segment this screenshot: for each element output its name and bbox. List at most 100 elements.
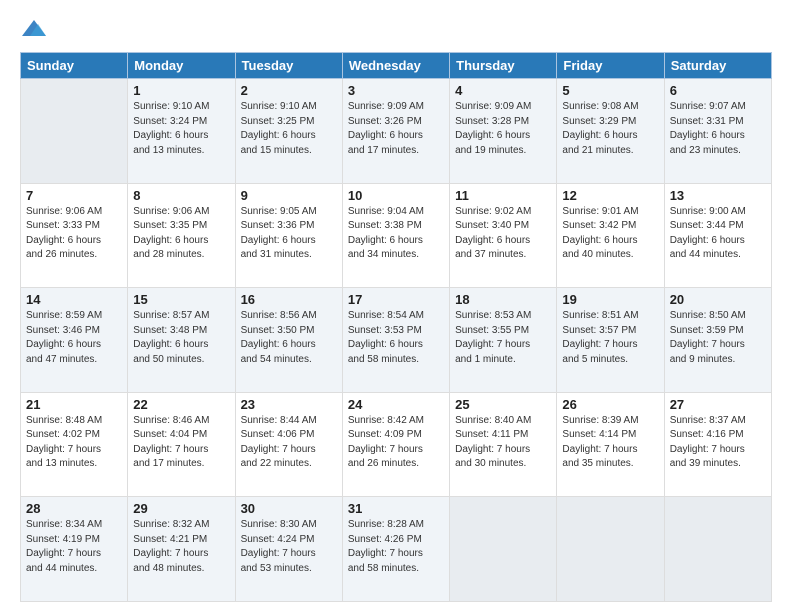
day-info: Sunrise: 8:34 AMSunset: 4:19 PMDaylight:… [26, 518, 122, 576]
day-info: Sunrise: 9:05 AMSunset: 3:36 PMDaylight:… [241, 205, 337, 263]
calendar-cell: 17 Sunrise: 8:54 AMSunset: 3:53 PMDayligh… [342, 288, 449, 393]
day-info: Sunrise: 9:04 AMSunset: 3:38 PMDaylight:… [348, 205, 444, 263]
calendar-cell: 12 Sunrise: 9:01 AMSunset: 3:42 PMDayligh… [557, 183, 664, 288]
day-number: 16 [241, 292, 337, 307]
day-info: Sunrise: 9:00 AMSunset: 3:44 PMDaylight:… [670, 205, 766, 263]
calendar-cell: 20Sunrise: 8:50 AMSunset: 3:59 PMDayligh… [664, 288, 771, 393]
day-info: Sunrise: 8:30 AMSunset: 4:24 PMDaylight:… [241, 518, 337, 576]
calendar-cell: 15 Sunrise: 8:57 AMSunset: 3:48 PMDayligh… [128, 288, 235, 393]
day-info: Sunrise: 8:32 AMSunset: 4:21 PMDaylight:… [133, 518, 229, 576]
day-number: 28 [26, 501, 122, 516]
calendar-cell: 5 Sunrise: 9:08 AMSunset: 3:29 PMDaylight… [557, 79, 664, 184]
day-number: 20 [670, 292, 766, 307]
day-info: Sunrise: 8:56 AMSunset: 3:50 PMDaylight:… [241, 309, 337, 367]
day-number: 27 [670, 397, 766, 412]
calendar-cell: 14 Sunrise: 8:59 AMSunset: 3:46 PMDayligh… [21, 288, 128, 393]
day-number: 21 [26, 397, 122, 412]
calendar-cell [450, 497, 557, 602]
day-info: Sunrise: 8:59 AMSunset: 3:46 PMDaylight:… [26, 309, 122, 367]
calendar-cell: 13 Sunrise: 9:00 AMSunset: 3:44 PMDayligh… [664, 183, 771, 288]
calendar-body: 1 Sunrise: 9:10 AMSunset: 3:24 PMDaylight… [21, 79, 772, 602]
header [20, 16, 772, 44]
day-number: 17 [348, 292, 444, 307]
day-number: 24 [348, 397, 444, 412]
day-number: 26 [562, 397, 658, 412]
calendar-cell: 27 Sunrise: 8:37 AMSunset: 4:16 PMDayligh… [664, 392, 771, 497]
day-info: Sunrise: 9:09 AMSunset: 3:28 PMDaylight:… [455, 100, 551, 158]
day-number: 30 [241, 501, 337, 516]
day-info: Sunrise: 8:40 AMSunset: 4:11 PMDaylight:… [455, 414, 551, 472]
day-number: 8 [133, 188, 229, 203]
day-number: 22 [133, 397, 229, 412]
day-info: Sunrise: 9:06 AMSunset: 3:33 PMDaylight:… [26, 205, 122, 263]
calendar-cell: 9Sunrise: 9:05 AMSunset: 3:36 PMDaylight… [235, 183, 342, 288]
day-info: Sunrise: 8:28 AMSunset: 4:26 PMDaylight:… [348, 518, 444, 576]
day-number: 1 [133, 83, 229, 98]
calendar-week-row: 14 Sunrise: 8:59 AMSunset: 3:46 PMDayligh… [21, 288, 772, 393]
page: SundayMondayTuesdayWednesdayThursdayFrid… [0, 0, 792, 612]
logo-icon [20, 16, 48, 44]
weekday-header-saturday: Saturday [664, 53, 771, 79]
calendar-week-row: 21 Sunrise: 8:48 AMSunset: 4:02 PMDayligh… [21, 392, 772, 497]
calendar-week-row: 7 Sunrise: 9:06 AMSunset: 3:33 PMDaylight… [21, 183, 772, 288]
calendar-week-row: 1 Sunrise: 9:10 AMSunset: 3:24 PMDaylight… [21, 79, 772, 184]
calendar-cell: 29Sunrise: 8:32 AMSunset: 4:21 PMDayligh… [128, 497, 235, 602]
calendar-cell: 16 Sunrise: 8:56 AMSunset: 3:50 PMDayligh… [235, 288, 342, 393]
calendar-cell: 28 Sunrise: 8:34 AMSunset: 4:19 PMDayligh… [21, 497, 128, 602]
day-number: 25 [455, 397, 551, 412]
calendar-cell: 30 Sunrise: 8:30 AMSunset: 4:24 PMDayligh… [235, 497, 342, 602]
day-info: Sunrise: 8:57 AMSunset: 3:48 PMDaylight:… [133, 309, 229, 367]
calendar-cell: 8 Sunrise: 9:06 AMSunset: 3:35 PMDaylight… [128, 183, 235, 288]
day-number: 5 [562, 83, 658, 98]
day-number: 2 [241, 83, 337, 98]
day-number: 18 [455, 292, 551, 307]
day-number: 15 [133, 292, 229, 307]
day-info: Sunrise: 9:09 AMSunset: 3:26 PMDaylight:… [348, 100, 444, 158]
calendar-cell: 1 Sunrise: 9:10 AMSunset: 3:24 PMDaylight… [128, 79, 235, 184]
day-number: 3 [348, 83, 444, 98]
day-info: Sunrise: 9:10 AMSunset: 3:25 PMDaylight:… [241, 100, 337, 158]
day-number: 12 [562, 188, 658, 203]
calendar-table: SundayMondayTuesdayWednesdayThursdayFrid… [20, 52, 772, 602]
day-info: Sunrise: 8:37 AMSunset: 4:16 PMDaylight:… [670, 414, 766, 472]
day-info: Sunrise: 9:06 AMSunset: 3:35 PMDaylight:… [133, 205, 229, 263]
calendar-cell [557, 497, 664, 602]
day-number: 11 [455, 188, 551, 203]
weekday-header-row: SundayMondayTuesdayWednesdayThursdayFrid… [21, 53, 772, 79]
day-number: 13 [670, 188, 766, 203]
logo [20, 16, 52, 44]
day-number: 10 [348, 188, 444, 203]
day-number: 14 [26, 292, 122, 307]
weekday-header-tuesday: Tuesday [235, 53, 342, 79]
calendar-week-row: 28 Sunrise: 8:34 AMSunset: 4:19 PMDayligh… [21, 497, 772, 602]
day-number: 7 [26, 188, 122, 203]
calendar-cell: 11 Sunrise: 9:02 AMSunset: 3:40 PMDayligh… [450, 183, 557, 288]
calendar-cell: 22Sunrise: 8:46 AMSunset: 4:04 PMDayligh… [128, 392, 235, 497]
day-number: 19 [562, 292, 658, 307]
weekday-header-sunday: Sunday [21, 53, 128, 79]
day-info: Sunrise: 8:51 AMSunset: 3:57 PMDaylight:… [562, 309, 658, 367]
calendar-cell: 25 Sunrise: 8:40 AMSunset: 4:11 PMDayligh… [450, 392, 557, 497]
day-info: Sunrise: 8:39 AMSunset: 4:14 PMDaylight:… [562, 414, 658, 472]
weekday-header-thursday: Thursday [450, 53, 557, 79]
calendar-header: SundayMondayTuesdayWednesdayThursdayFrid… [21, 53, 772, 79]
day-info: Sunrise: 9:07 AMSunset: 3:31 PMDaylight:… [670, 100, 766, 158]
day-info: Sunrise: 9:10 AMSunset: 3:24 PMDaylight:… [133, 100, 229, 158]
calendar-cell [664, 497, 771, 602]
calendar-cell: 2 Sunrise: 9:10 AMSunset: 3:25 PMDaylight… [235, 79, 342, 184]
day-number: 6 [670, 83, 766, 98]
day-info: Sunrise: 9:01 AMSunset: 3:42 PMDaylight:… [562, 205, 658, 263]
calendar-cell [21, 79, 128, 184]
calendar-cell: 23 Sunrise: 8:44 AMSunset: 4:06 PMDayligh… [235, 392, 342, 497]
calendar-cell: 4Sunrise: 9:09 AMSunset: 3:28 PMDaylight… [450, 79, 557, 184]
day-info: Sunrise: 8:48 AMSunset: 4:02 PMDaylight:… [26, 414, 122, 472]
day-info: Sunrise: 9:08 AMSunset: 3:29 PMDaylight:… [562, 100, 658, 158]
weekday-header-friday: Friday [557, 53, 664, 79]
weekday-header-monday: Monday [128, 53, 235, 79]
day-info: Sunrise: 8:54 AMSunset: 3:53 PMDaylight:… [348, 309, 444, 367]
day-info: Sunrise: 9:02 AMSunset: 3:40 PMDaylight:… [455, 205, 551, 263]
day-number: 23 [241, 397, 337, 412]
day-info: Sunrise: 8:44 AMSunset: 4:06 PMDaylight:… [241, 414, 337, 472]
calendar-cell: 19 Sunrise: 8:51 AMSunset: 3:57 PMDayligh… [557, 288, 664, 393]
calendar-cell: 26 Sunrise: 8:39 AMSunset: 4:14 PMDayligh… [557, 392, 664, 497]
